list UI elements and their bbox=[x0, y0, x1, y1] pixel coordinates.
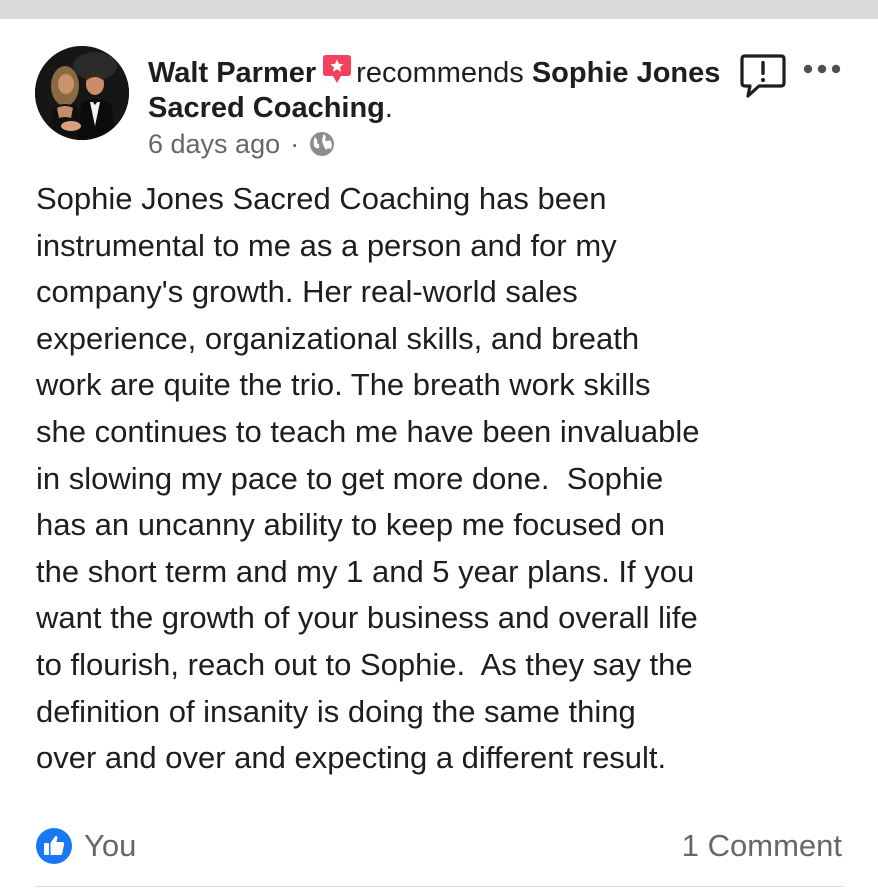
post-body-line: the short term and my 1 and 5 year plans… bbox=[36, 553, 695, 589]
author-name[interactable]: Walt Parmer bbox=[148, 57, 316, 89]
report-icon[interactable] bbox=[739, 53, 787, 99]
post-body-line: to flourish, reach out to Sophie. As the… bbox=[36, 646, 693, 682]
recommendation-post: Walt Parmer recommends Sophie Jones Sacre… bbox=[0, 19, 878, 894]
post-body-line: instrumental to me as a person and for m… bbox=[36, 227, 617, 263]
post-header: Walt Parmer recommends Sophie Jones Sacre… bbox=[148, 53, 723, 126]
post-body-line: has an uncanny ability to keep me focuse… bbox=[36, 507, 666, 543]
recommend-star-icon bbox=[322, 53, 352, 85]
comment-count-link[interactable]: 1 Comment bbox=[682, 827, 842, 865]
reactions-summary[interactable]: You bbox=[84, 827, 136, 865]
post-timestamp[interactable]: 6 days ago bbox=[148, 127, 280, 161]
meta-separator: · bbox=[290, 129, 300, 159]
post-body-line: in slowing my pace to get more done. Sop… bbox=[36, 460, 664, 496]
top-separator-band bbox=[0, 0, 878, 19]
globe-icon bbox=[309, 131, 335, 157]
post-body-line: definition of insanity is doing the same… bbox=[36, 693, 636, 729]
post-body-line: over and over and expecting a different … bbox=[36, 740, 667, 776]
post-body: Sophie Jones Sacred Coaching has been ins… bbox=[36, 176, 836, 782]
post-body-line: work are quite the trio. The breath work… bbox=[36, 367, 651, 403]
post-body-line: company's growth. Her real-world sales bbox=[36, 274, 578, 310]
author-avatar[interactable] bbox=[35, 46, 129, 140]
action-text: recommends bbox=[356, 57, 524, 89]
post-body-line: Sophie Jones Sacred Coaching has been bbox=[36, 181, 607, 216]
post-body-line: want the growth of your business and ove… bbox=[36, 600, 698, 636]
like-thumb-icon[interactable] bbox=[35, 827, 73, 865]
header-period: . bbox=[384, 92, 393, 124]
post-footer: You 1 Comment bbox=[0, 825, 878, 867]
post-body-line: experience, organizational skills, and b… bbox=[36, 320, 640, 356]
post-body-line: she continues to teach me have been inva… bbox=[36, 413, 700, 449]
more-options-icon[interactable] bbox=[802, 59, 842, 79]
post-meta: 6 days ago · bbox=[148, 127, 335, 161]
footer-divider bbox=[35, 886, 843, 887]
